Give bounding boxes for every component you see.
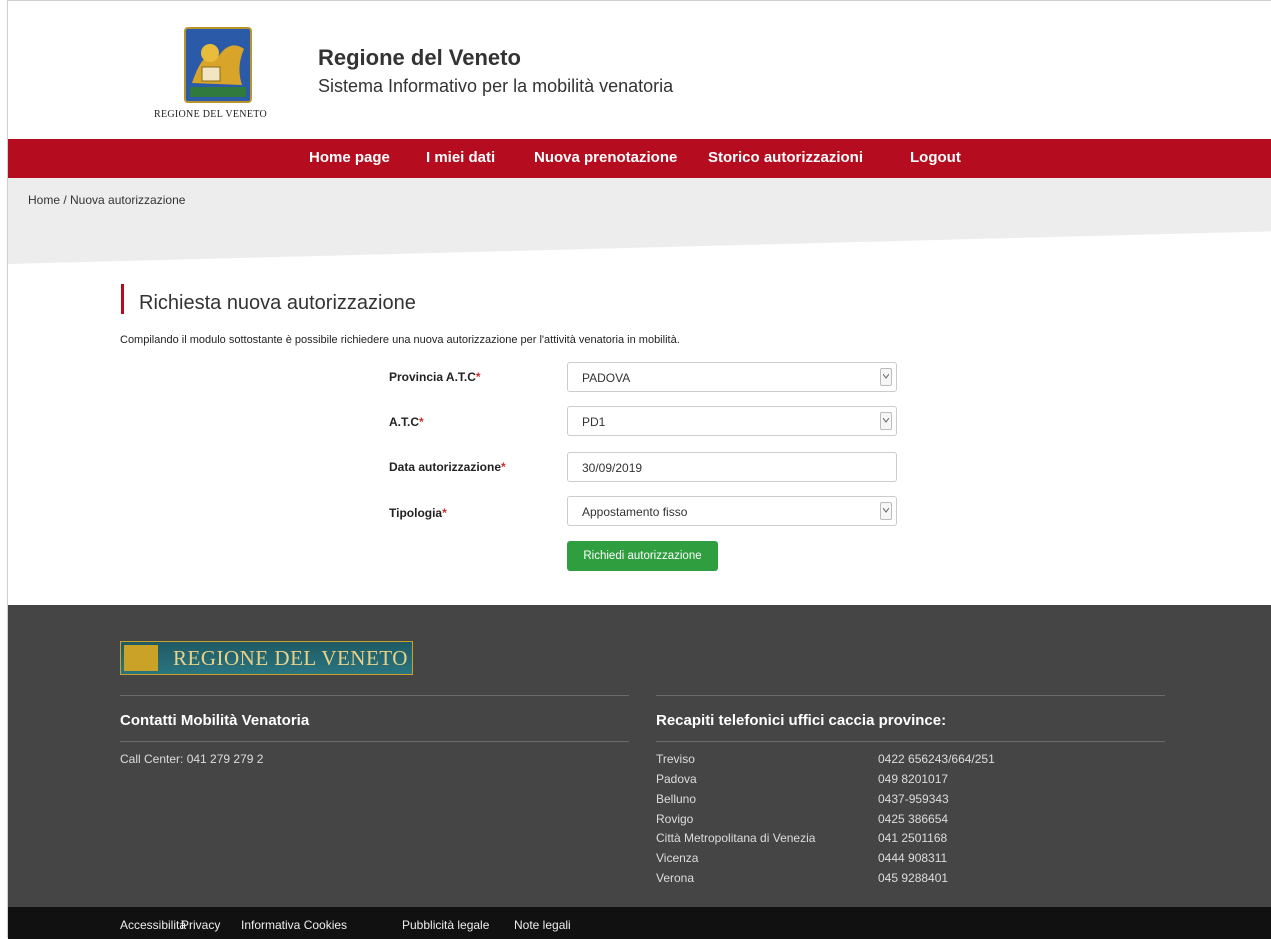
regione-veneto-logo[interactable]: REGIONE DEL VENETO — [116, 21, 282, 121]
nav-nuova-prenotazione[interactable]: Nuova prenotazione — [534, 149, 677, 166]
divider — [120, 695, 629, 696]
phone-row: Rovigo 0425 386654 — [656, 812, 1176, 831]
province-name: Treviso — [656, 752, 695, 766]
link-pubblicita-legale[interactable]: Pubblicità legale — [402, 918, 489, 932]
chevron-down-icon — [880, 368, 892, 386]
province-phone: 049 8201017 — [878, 772, 949, 786]
nav-home-page[interactable]: Home page — [309, 149, 390, 166]
site-footer: REGIONE DEL VENETO Contatti Mobilità Ven… — [8, 605, 1271, 907]
province-name: Padova — [656, 772, 697, 786]
tipologia-value: Appostamento fisso — [582, 505, 688, 519]
label-provincia-atc: Provincia A.T.C* — [389, 370, 481, 384]
breadcrumb: Home / Nuova autorizzazione — [8, 178, 1271, 264]
nav-logout[interactable]: Logout — [910, 149, 961, 166]
intro-text: Compilando il modulo sottostante è possi… — [120, 334, 680, 346]
breadcrumb-text[interactable]: Home / Nuova autorizzazione — [28, 193, 185, 207]
divider — [656, 695, 1165, 696]
province-phone: 0444 908311 — [878, 851, 948, 865]
link-note-legali[interactable]: Note legali — [514, 918, 571, 932]
province-name: Verona — [656, 871, 695, 885]
site-title: Regione del Veneto — [318, 45, 521, 70]
heading-accent — [121, 284, 124, 314]
nav-i-miei-dati[interactable]: I miei dati — [426, 149, 495, 166]
chevron-down-icon — [880, 502, 892, 520]
province-name: Città Metropolitana di Venezia — [656, 831, 816, 845]
data-autorizzazione-value: 30/09/2019 — [582, 461, 643, 475]
province-name: Rovigo — [656, 812, 694, 826]
link-privacy[interactable]: Privacy — [181, 918, 220, 932]
atc-select[interactable]: PD1 — [567, 406, 897, 436]
call-center-text: Call Center: 041 279 279 2 — [120, 752, 264, 766]
province-phone: 0425 386654 — [878, 812, 949, 826]
footer-logo[interactable]: REGIONE DEL VENETO — [120, 641, 413, 675]
label-atc: A.T.C* — [389, 415, 424, 429]
provincia-atc-value: PADOVA — [582, 371, 631, 385]
label-tipologia: Tipologia* — [389, 506, 447, 520]
richiedi-autorizzazione-button[interactable]: Richiedi autorizzazione — [567, 541, 718, 571]
phones-title: Recapiti telefonici uffici caccia provin… — [656, 712, 947, 729]
province-phone: 0422 656243/664/251 — [878, 752, 995, 766]
site-subtitle: Sistema Informativo per la mobilità vena… — [318, 76, 674, 96]
divider — [120, 741, 629, 742]
main-nav: Home page I miei dati Nuova prenotazione… — [8, 139, 1271, 178]
lion-seal-icon — [124, 645, 158, 671]
data-autorizzazione-input[interactable]: 30/09/2019 — [567, 452, 897, 482]
legal-bar: Accessibilità Privacy Informativa Cookie… — [8, 907, 1271, 939]
logo-caption: REGIONE DEL VENETO — [154, 109, 267, 120]
province-phone: 0437-959343 — [878, 792, 949, 806]
phone-row: Belluno 0437-959343 — [656, 792, 1176, 811]
chevron-down-icon — [880, 412, 892, 430]
provincia-atc-select[interactable]: PADOVA — [567, 362, 897, 392]
lion-crest-icon — [184, 27, 252, 103]
phone-row: Padova 049 8201017 — [656, 772, 1176, 791]
province-name: Belluno — [656, 792, 697, 806]
phone-row: Verona 045 9288401 — [656, 871, 1176, 890]
page-title: Richiesta nuova autorizzazione — [139, 292, 416, 314]
phone-row: Città Metropolitana di Venezia 041 250116… — [656, 831, 1176, 850]
site-header: REGIONE DEL VENETO Regione del Veneto Si… — [8, 1, 1271, 139]
label-data-autorizzazione: Data autorizzazione* — [389, 460, 506, 474]
footer-logo-text: REGIONE DEL VENETO — [173, 646, 408, 670]
divider — [656, 741, 1165, 742]
province-phone: 045 9288401 — [878, 871, 949, 885]
atc-value: PD1 — [582, 415, 606, 429]
link-accessibilita[interactable]: Accessibilità — [120, 918, 186, 932]
province-name: Vicenza — [656, 851, 699, 865]
phone-row: Treviso 0422 656243/664/251 — [656, 752, 1176, 771]
nav-storico-autorizzazioni[interactable]: Storico autorizzazioni — [708, 149, 863, 166]
province-phone: 041 2501168 — [878, 831, 948, 845]
link-informativa-cookies[interactable]: Informativa Cookies — [241, 918, 347, 932]
contacts-title: Contatti Mobilità Venatoria — [120, 712, 310, 729]
tipologia-select[interactable]: Appostamento fisso — [567, 496, 897, 526]
page: REGIONE DEL VENETO Regione del Veneto Si… — [7, 0, 1271, 939]
phone-row: Vicenza 0444 908311 — [656, 851, 1176, 870]
